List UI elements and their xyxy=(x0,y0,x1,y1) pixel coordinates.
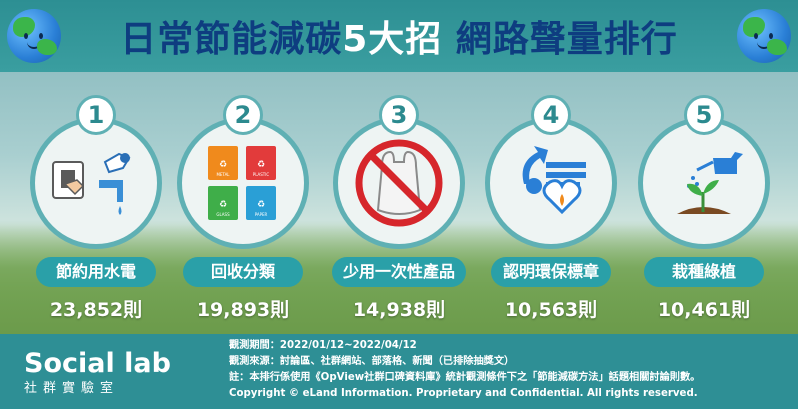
observation-period: 觀測期間：2022/01/12~2022/04/12 xyxy=(229,340,417,351)
bin-label-plastic: PLASTIC xyxy=(253,172,270,177)
no-plastic-bag-icon xyxy=(333,117,465,249)
rank-number: 1 xyxy=(76,95,116,135)
copyright-text: Copyright © eLand Information. Proprieta… xyxy=(229,388,698,399)
water-electricity-saving-icon xyxy=(30,117,162,249)
eco-label-icon xyxy=(485,117,617,249)
bin-label-paper: PAPER xyxy=(255,212,268,217)
svg-text:♻: ♻ xyxy=(257,200,265,210)
rank-number: 5 xyxy=(684,95,724,135)
page-title: 日常節能減碳5大招 網路聲量排行 xyxy=(0,10,798,62)
brand-logo: Social lab 社群實驗室 xyxy=(24,348,194,396)
bin-label-glass: GLASS xyxy=(216,212,230,217)
title-part1: 日常節能減碳 xyxy=(120,19,343,60)
rank-card-2: 2 ♻ ♻ ♻ ♻ METAL PLASTIC GLASS PAPER 回收分類… xyxy=(170,95,316,325)
rank-card-1: 1 節約用水電 23,852則 xyxy=(23,95,169,325)
svg-text:♻: ♻ xyxy=(219,200,227,210)
rank-card-4: 4 認明環保標章 10,563則 xyxy=(478,95,624,325)
title-part2: 網路聲量排行 xyxy=(442,19,678,60)
rank-number: 2 xyxy=(223,95,263,135)
brand-subtitle: 社群實驗室 xyxy=(24,381,120,396)
rank-number: 4 xyxy=(531,95,571,135)
recycling-bins-icon: ♻ ♻ ♻ ♻ METAL PLASTIC GLASS PAPER xyxy=(177,117,309,249)
smiling-earth-icon xyxy=(737,9,791,63)
rank-card-3: 3 少用一次性產品 14,938則 xyxy=(326,95,472,325)
item-label: 節約用水電 xyxy=(36,257,156,287)
bin-label-metal: METAL xyxy=(216,172,230,177)
item-label: 認明環保標章 xyxy=(491,257,611,287)
rank-number: 3 xyxy=(379,95,419,135)
item-label: 回收分類 xyxy=(183,257,303,287)
title-highlight: 5大招 xyxy=(342,19,443,60)
infographic: 日常節能減碳5大招 網路聲量排行 1 節約用水電 23,852則 2 ♻ ♻ ♻… xyxy=(0,0,798,409)
observation-sources: 觀測來源：討論區、社群網站、部落格、新聞（已排除抽獎文） xyxy=(229,356,515,367)
mention-count: 14,938則 xyxy=(352,299,446,321)
mention-count: 10,461則 xyxy=(657,299,751,321)
svg-text:♻: ♻ xyxy=(219,160,227,170)
item-label: 少用一次性產品 xyxy=(332,257,466,287)
mention-count: 19,893則 xyxy=(196,299,290,321)
header-banner: 日常節能減碳5大招 網路聲量排行 xyxy=(0,0,798,72)
item-label: 栽種綠植 xyxy=(644,257,764,287)
methodology-note: 註：本排行係使用《OpView社群口碑資料庫》統計觀測條件下之「節能減碳方法」話… xyxy=(229,372,701,383)
svg-text:♻: ♻ xyxy=(257,160,265,170)
footer-notes: 觀測期間：2022/01/12~2022/04/12 觀測來源：討論區、社群網站… xyxy=(229,338,789,402)
mention-count: 23,852則 xyxy=(49,299,143,321)
rank-card-5: 5 栽種綠植 10,461則 xyxy=(631,95,777,325)
brand-name: Social lab xyxy=(24,348,171,379)
watering-plant-icon xyxy=(638,117,770,249)
footer-bar: Social lab 社群實驗室 觀測期間：2022/01/12~2022/04… xyxy=(0,334,798,409)
mention-count: 10,563則 xyxy=(504,299,598,321)
